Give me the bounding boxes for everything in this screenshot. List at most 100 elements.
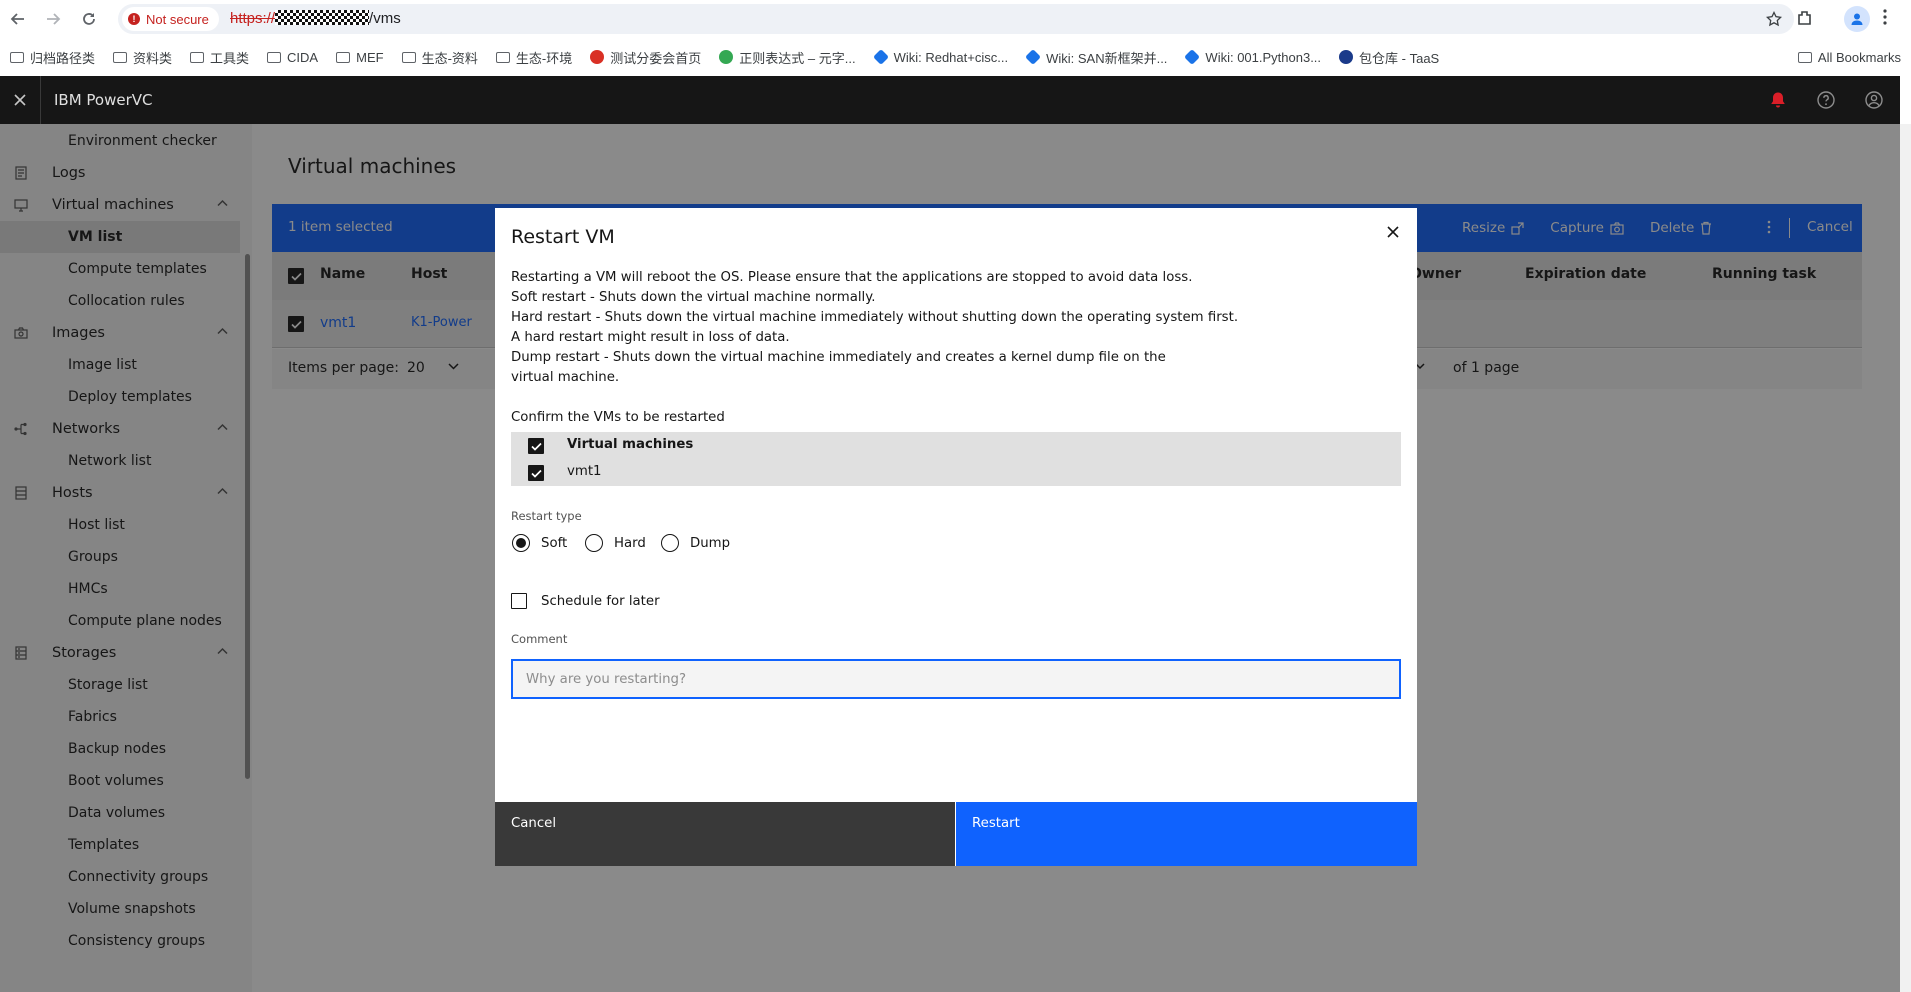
confirm-label: Confirm the VMs to be restarted [511, 410, 725, 425]
bookmark-item[interactable]: MEF [336, 49, 384, 65]
folder-icon [190, 51, 205, 63]
warning-icon: ! [128, 13, 140, 25]
wiki-icon [1184, 49, 1201, 65]
description-line: Dump restart - Shuts down the virtual ma… [511, 350, 1166, 385]
address-bar[interactable]: ! Not secure https:// /vms [118, 4, 1794, 34]
folder-icon [401, 51, 416, 63]
wiki-icon [872, 49, 889, 65]
site-icon [590, 50, 605, 64]
wiki-icon [1025, 49, 1041, 65]
bookmarks-bar: 归档路径类 资料类 工具类 CIDA MEF 生态-资料 生态-环境 测试分委会首页 正则表达式… [0, 38, 1911, 76]
bookmark-item[interactable]: Wiki: SAN新框架并... [1025, 48, 1168, 67]
url-text: https:// /vms [230, 10, 401, 27]
description-line: Hard restart - Shuts down the virtual ma… [511, 310, 1239, 345]
bookmark-item[interactable]: Wiki: Redhat+cisc... [872, 49, 1009, 65]
bookmark-label: 包仓库 - TaaS [1359, 50, 1440, 66]
security-badge[interactable]: ! Not secure [122, 7, 219, 31]
modal-title: Restart VM [511, 226, 615, 248]
description-line: Restarting a VM will reboot the OS. Plea… [511, 270, 1193, 285]
bookmark-item[interactable]: 生态-环境 [495, 48, 573, 67]
extensions-icon[interactable] [1796, 9, 1814, 27]
radio-unselected-icon [585, 534, 603, 552]
bookmark-label: Wiki: SAN新框架并... [1046, 50, 1168, 66]
restart-button[interactable]: Restart [956, 802, 1417, 866]
bookmark-label: 生态-环境 [515, 50, 573, 66]
profile-avatar-icon[interactable] [1844, 6, 1870, 32]
notification-bell-icon[interactable] [1768, 90, 1788, 110]
bookmark-item[interactable]: 测试分委会首页 [590, 48, 701, 67]
bookmark-label: 归档路径类 [30, 50, 96, 66]
browser-menu-icon[interactable] [1882, 8, 1888, 26]
comment-label: Comment [511, 632, 568, 646]
bookmark-label: 生态-资料 [421, 50, 478, 66]
bookmark-label: 测试分委会首页 [610, 50, 702, 66]
radio-hard[interactable]: Hard [585, 534, 646, 552]
folder-icon [267, 51, 282, 63]
url-path: /vms [369, 10, 401, 27]
all-bookmarks[interactable]: All Bookmarks [1797, 49, 1901, 65]
radio-soft-label: Soft [541, 535, 568, 551]
checkbox-unchecked-icon [511, 593, 527, 609]
bookmark-item[interactable]: Wiki: 001.Python3... [1184, 49, 1322, 65]
close-menu-icon[interactable] [12, 92, 28, 108]
bookmark-item[interactable]: 包仓库 - TaaS [1339, 48, 1439, 67]
user-profile-icon[interactable] [1864, 90, 1884, 110]
bookmark-label: 资料类 [133, 50, 173, 66]
bookmark-label: Wiki: 001.Python3... [1205, 49, 1322, 65]
folder-icon [113, 51, 128, 63]
bookmark-item[interactable]: CIDA [267, 50, 318, 65]
radio-hard-label: Hard [614, 535, 646, 551]
close-icon[interactable] [1381, 220, 1405, 244]
forward-arrow-icon[interactable] [40, 6, 66, 32]
security-label: Not secure [146, 11, 209, 27]
bookmark-label: 工具类 [210, 50, 250, 66]
checkmark-icon [530, 442, 542, 451]
vm-checkbox[interactable] [528, 465, 544, 481]
radio-unselected-icon [661, 534, 679, 552]
restart-type-label: Restart type [511, 509, 582, 523]
radio-dump-label: Dump [690, 535, 731, 551]
folder-icon [1797, 51, 1812, 63]
all-bookmarks-label: All Bookmarks [1817, 49, 1901, 65]
star-icon[interactable] [1766, 11, 1782, 27]
bookmark-label: Wiki: Redhat+cisc... [893, 49, 1009, 65]
app-header: IBM PowerVC [0, 76, 1900, 124]
header-divider [40, 76, 41, 124]
vm-name: vmt1 [567, 464, 602, 479]
cancel-button[interactable]: Cancel [495, 802, 955, 866]
bookmark-item[interactable]: 资料类 [113, 48, 172, 67]
folder-icon [336, 51, 351, 63]
bookmark-label: 正则表达式 – 元字... [739, 50, 856, 66]
schedule-label: Schedule for later [541, 593, 660, 609]
radio-soft[interactable]: Soft [512, 534, 567, 552]
browser-toolbar: ! Not secure https:// /vms [0, 0, 1911, 38]
vm-confirm-table: Virtual machines vmt1 [511, 432, 1401, 486]
back-arrow-icon[interactable] [5, 6, 31, 32]
page-scrollbar[interactable] [1900, 124, 1911, 992]
restart-vm-modal: Restart VM Restarting a VM will reboot t… [495, 208, 1417, 866]
radio-dump[interactable]: Dump [661, 534, 730, 552]
schedule-checkbox[interactable]: Schedule for later [511, 593, 660, 609]
vm-table-header: Virtual machines [567, 437, 694, 452]
bookmark-label: MEF [356, 49, 384, 65]
checkmark-icon [530, 469, 542, 478]
app-title: IBM PowerVC [54, 91, 153, 109]
radio-selected-icon [512, 534, 530, 552]
help-icon[interactable] [1816, 90, 1836, 110]
bookmark-item[interactable]: 生态-资料 [401, 48, 478, 67]
vm-header-checkbox[interactable] [528, 438, 544, 454]
url-scheme: https:// [230, 10, 276, 27]
bookmark-label: CIDA [287, 49, 319, 65]
folder-icon [495, 51, 510, 63]
redacted-host [275, 10, 370, 25]
modal-description: Restarting a VM will reboot the OS. Plea… [511, 268, 1271, 388]
bookmark-item[interactable]: 工具类 [190, 48, 249, 67]
description-line: Soft restart - Shuts down the virtual ma… [511, 290, 876, 305]
bookmark-item[interactable]: 正则表达式 – 元字... [719, 48, 856, 67]
folder-icon [10, 51, 24, 63]
site-icon [719, 50, 734, 64]
comment-input[interactable] [511, 659, 1401, 699]
reload-icon[interactable] [76, 6, 102, 32]
bookmark-item[interactable]: 归档路径类 [10, 48, 95, 67]
site-icon [1339, 50, 1354, 64]
